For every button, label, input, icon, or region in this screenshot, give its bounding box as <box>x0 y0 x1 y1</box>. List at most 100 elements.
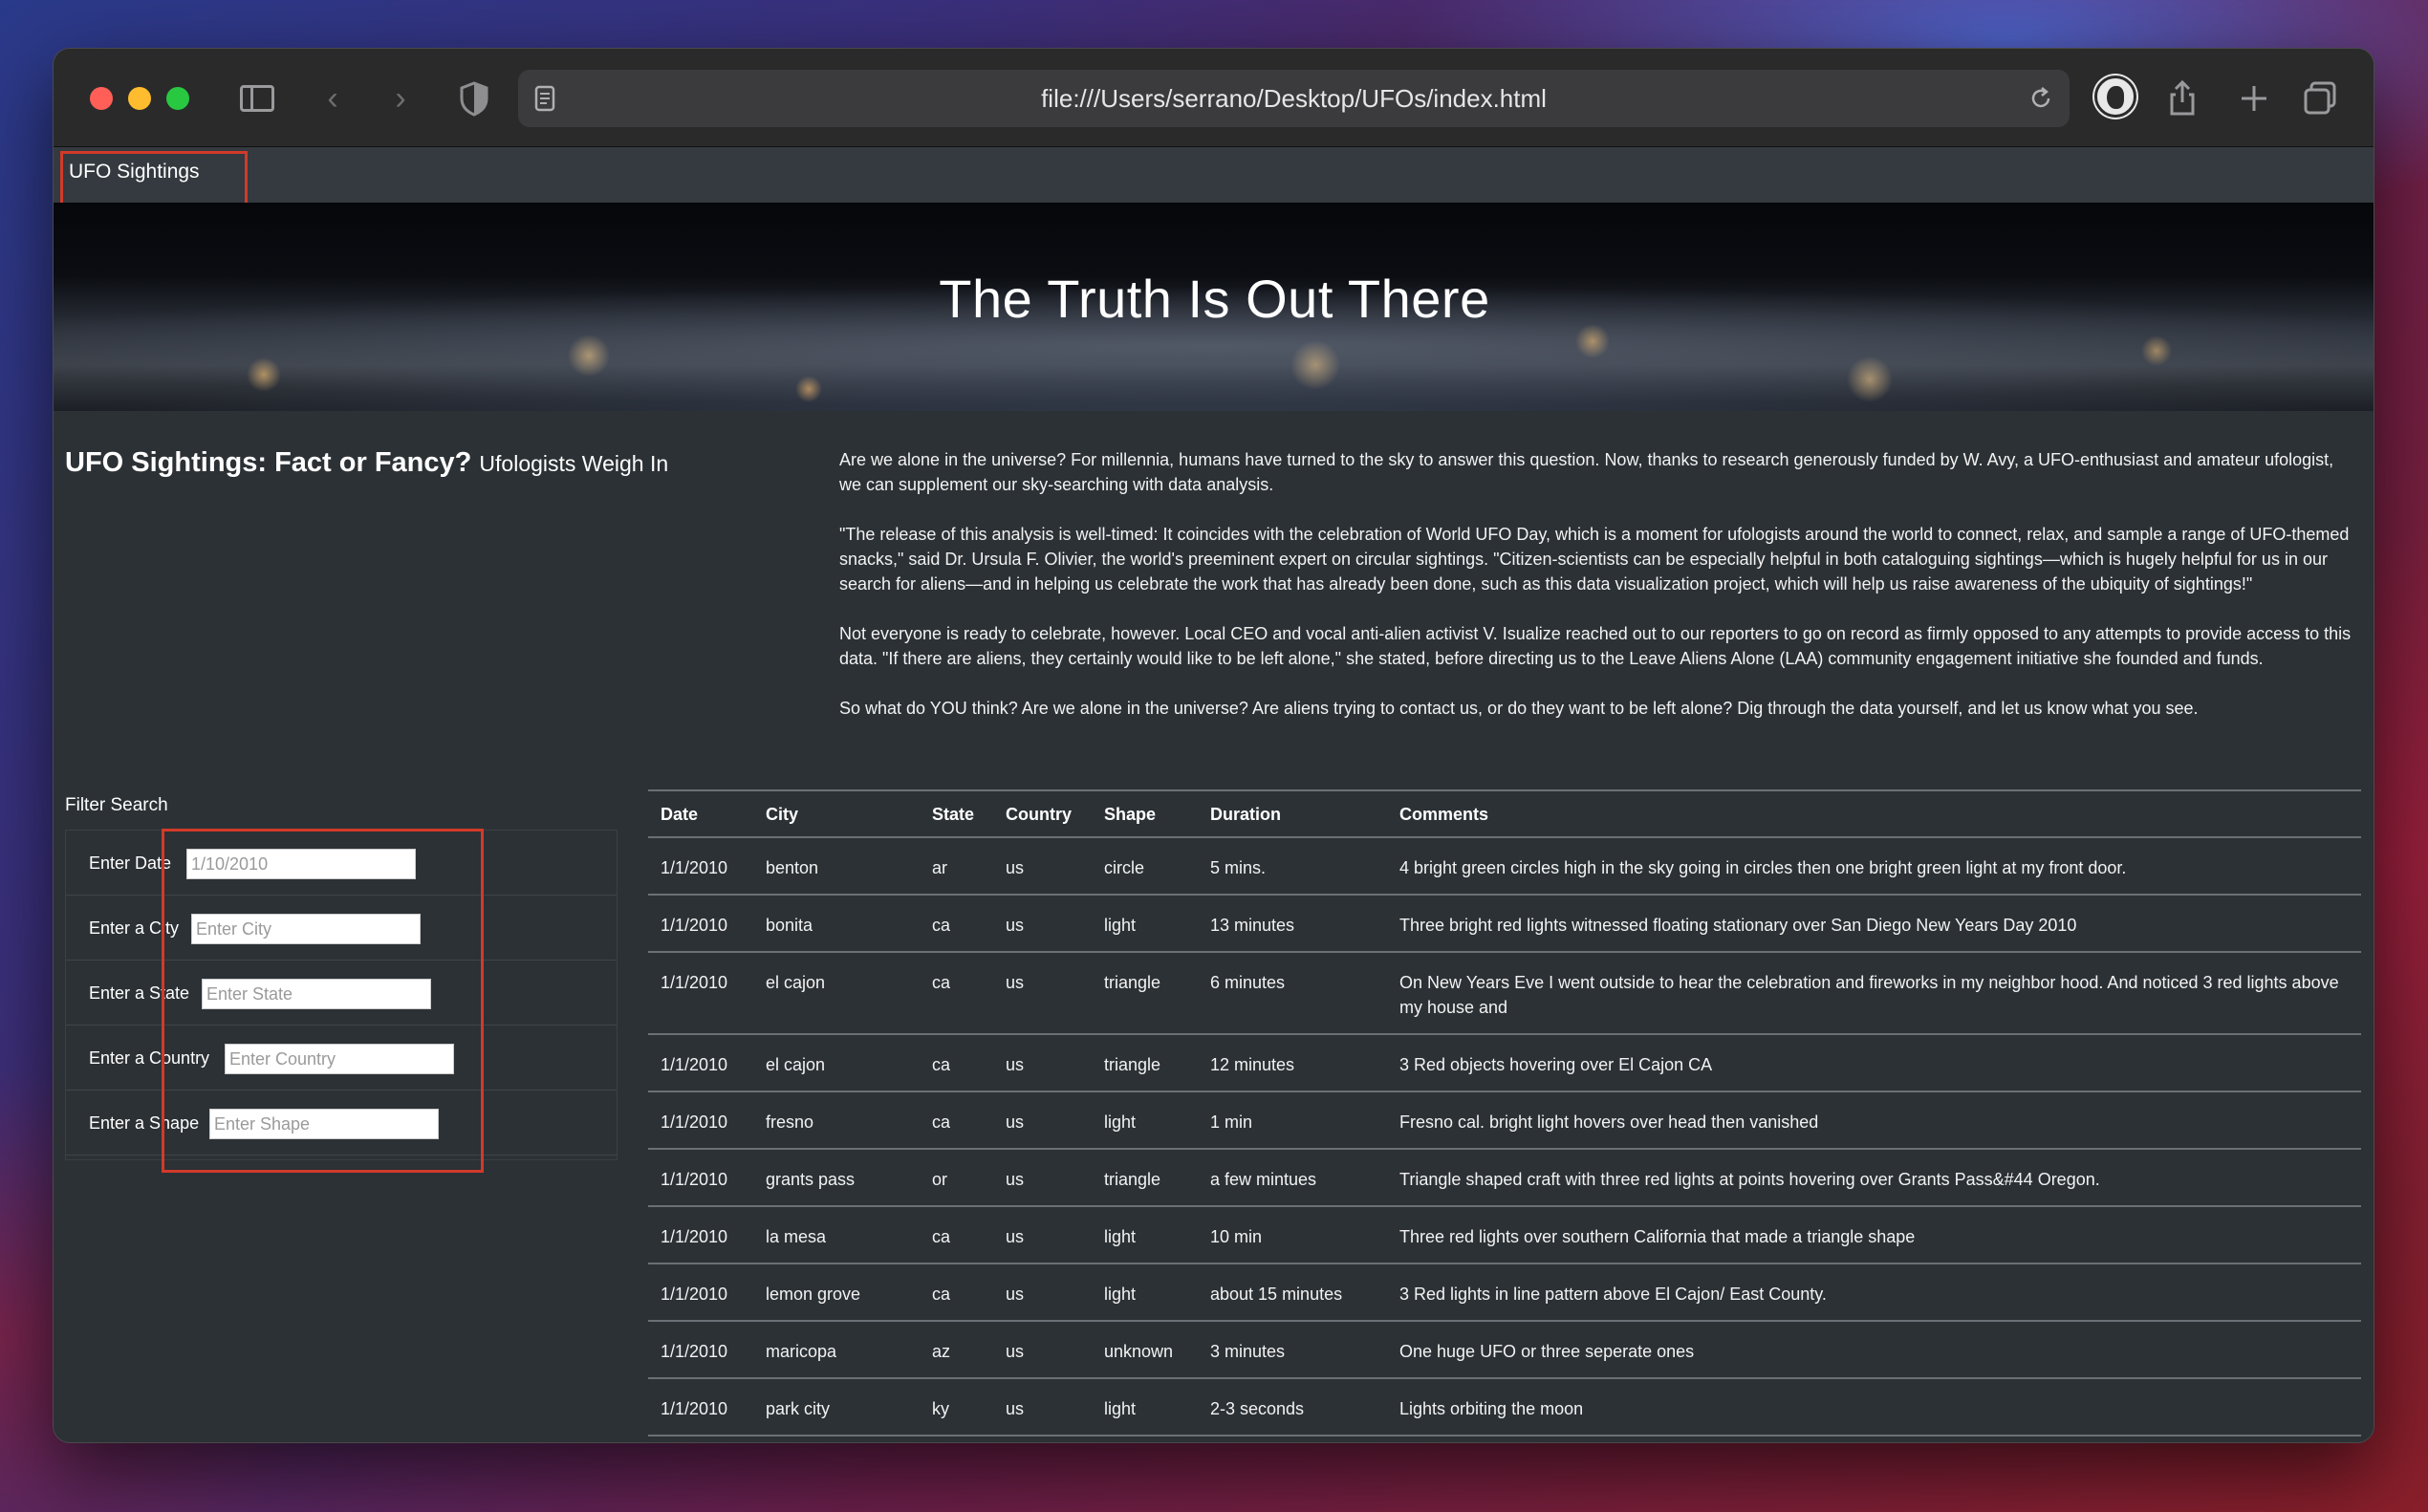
cell-duration: 10 min <box>1198 1206 1387 1264</box>
minimize-window-button[interactable] <box>128 87 151 110</box>
cell-date: 1/1/2010 <box>648 952 753 1035</box>
state-filter-label: Enter a State <box>89 983 190 1003</box>
cell-duration: a few mintues <box>1198 1149 1387 1207</box>
cell-city: lemon grove <box>753 1264 920 1322</box>
cell-country: us <box>993 1436 1092 1442</box>
cell-date: 1/1/2010 <box>648 1206 753 1264</box>
shape-filter-label: Enter a Shape <box>89 1113 200 1133</box>
column-header-country: Country <box>993 789 1092 838</box>
article-subheading: Ufologists Weigh In <box>479 451 669 476</box>
cell-comments: 3 Red objects hovering over El Cajon CA <box>1387 1034 2361 1092</box>
city-filter-input[interactable] <box>191 914 421 944</box>
filter-item-shape: Enter a Shape <box>66 1091 617 1156</box>
cell-city: fresno <box>753 1091 920 1150</box>
cell-shape: unknown <box>1092 1321 1198 1379</box>
cell-shape: circle <box>1092 837 1198 896</box>
cell-comments: Three bright red lights witnessed floati… <box>1387 895 2361 953</box>
table-header: Date City State Country Shape Duration C… <box>648 789 2361 838</box>
cell-comments: Three red lights over southern Californi… <box>1387 1206 2361 1264</box>
reload-icon[interactable] <box>2026 83 2056 114</box>
cell-shape: fireball <box>1092 1436 1198 1442</box>
shape-filter-input[interactable] <box>209 1109 439 1139</box>
table-row: 1/1/2010 benton ar us circle 5 mins. 4 bright … <box>648 837 2361 896</box>
cell-country: us <box>993 1378 1092 1436</box>
article-heading-text: UFO Sightings: Fact or Fancy? <box>65 447 472 478</box>
cell-state: ky <box>920 1378 993 1436</box>
cell-country: us <box>993 952 1092 1035</box>
cell-comments: Fresno cal. bright light hovers over hea… <box>1387 1091 2361 1150</box>
table-row: 1/1/2010 maricopa az us unknown 3 minutes One … <box>648 1321 2361 1379</box>
forward-arrow-icon[interactable]: › <box>381 77 420 119</box>
filter-list: Enter Date Enter a City Enter a State En… <box>65 830 618 1160</box>
column-header-date: Date <box>648 789 753 838</box>
back-arrow-icon[interactable]: ‹ <box>314 77 352 119</box>
table-body: 1/1/2010 benton ar us circle 5 mins. 4 bright … <box>648 837 2361 1442</box>
close-window-button[interactable] <box>90 87 113 110</box>
article-body: Are we alone in the universe? For millen… <box>839 447 2359 745</box>
privacy-shield-icon[interactable] <box>455 77 493 119</box>
new-tab-icon[interactable] <box>2233 77 2275 119</box>
sightings-table-container: Date City State Country Shape Duration C… <box>648 789 2361 1442</box>
cell-shape: triangle <box>1092 1149 1198 1207</box>
cell-state: mo <box>920 1436 993 1442</box>
filter-search-title: Filter Search <box>65 795 168 815</box>
ufo-sightings-table: Date City State Country Shape Duration C… <box>648 789 2361 1442</box>
address-bar[interactable]: file:///Users/serrano/Desktop/UFOs/index… <box>518 70 2070 127</box>
cell-shape: triangle <box>1092 952 1198 1035</box>
cell-shape: light <box>1092 1378 1198 1436</box>
cell-date: 1/1/2010 <box>648 895 753 953</box>
cell-country: us <box>993 1149 1092 1207</box>
cell-city: el cajon <box>753 952 920 1035</box>
city-filter-label: Enter a City <box>89 918 180 938</box>
cell-duration: 1 min <box>1198 1436 1387 1442</box>
column-header-duration: Duration <box>1198 789 1387 838</box>
web-page: UFO Sightings The Truth Is Out There UFO… <box>54 147 2374 1442</box>
article-paragraph: Are we alone in the universe? For millen… <box>839 450 2334 494</box>
filter-item-country: Enter a Country <box>66 1026 617 1091</box>
cell-duration: 1 min <box>1198 1091 1387 1150</box>
cell-country: us <box>993 1091 1092 1150</box>
country-filter-label: Enter a Country <box>89 1048 210 1068</box>
cell-city: la mesa <box>753 1206 920 1264</box>
cell-date: 1/1/2010 <box>648 837 753 896</box>
cell-city: park city <box>753 1378 920 1436</box>
cell-state: ca <box>920 1091 993 1150</box>
hero-banner: The Truth Is Out There <box>54 203 2374 411</box>
cell-country: us <box>993 1206 1092 1264</box>
table-row: 1/1/2010 fresno ca us light 1 min Fresno cal. … <box>648 1091 2361 1150</box>
state-filter-input[interactable] <box>202 979 431 1009</box>
article-paragraph: So what do YOU think? Are we alone in th… <box>839 699 2199 718</box>
share-icon[interactable] <box>2161 77 2203 119</box>
cell-comments: Lights orbiting the moon <box>1387 1378 2361 1436</box>
cell-shape: light <box>1092 1091 1198 1150</box>
cell-duration: 13 minutes <box>1198 895 1387 953</box>
date-filter-input[interactable] <box>186 849 416 879</box>
sidebar-toggle-icon[interactable] <box>238 77 276 119</box>
main-content: UFO Sightings: Fact or Fancy? Ufologists… <box>54 411 2374 1442</box>
browser-toolbar: ‹ › file:///Users/serrano/Desktop/UFOs/i… <box>54 49 2374 147</box>
duckduckgo-extension-icon[interactable] <box>2094 76 2136 118</box>
cell-comments: On New Years Eve I went outside to hear … <box>1387 952 2361 1035</box>
cell-comments: Triangle shaped craft with three red lig… <box>1387 1149 2361 1207</box>
site-navbar: UFO Sightings <box>54 147 2374 203</box>
cell-duration: 2-3 seconds <box>1198 1378 1387 1436</box>
tab-overview-icon[interactable] <box>2300 77 2342 119</box>
zoom-window-button[interactable] <box>166 87 189 110</box>
cell-city: bonita <box>753 895 920 953</box>
filter-item-city: Enter a City <box>66 896 617 961</box>
cell-date: 1/1/2010 <box>648 1378 753 1436</box>
cell-shape: triangle <box>1092 1034 1198 1092</box>
cell-country: us <box>993 895 1092 953</box>
cell-state: ca <box>920 1206 993 1264</box>
cell-duration: 6 minutes <box>1198 952 1387 1035</box>
cell-shape: light <box>1092 895 1198 953</box>
table-row: 1/1/2010 lemon grove ca us light about 15 min… <box>648 1264 2361 1322</box>
cell-date: 1/1/2010 <box>648 1149 753 1207</box>
country-filter-input[interactable] <box>225 1044 454 1074</box>
url-text[interactable]: file:///Users/serrano/Desktop/UFOs/index… <box>518 70 2070 127</box>
cell-comments: One huge UFO or three seperate ones <box>1387 1321 2361 1379</box>
table-row: 1/1/2010 el cajon ca us triangle 6 minutes On … <box>648 952 2361 1035</box>
cell-comments: 7 floating orbs or fireballs moving from… <box>1387 1436 2361 1442</box>
cell-state: or <box>920 1149 993 1207</box>
cell-state: ca <box>920 1034 993 1092</box>
